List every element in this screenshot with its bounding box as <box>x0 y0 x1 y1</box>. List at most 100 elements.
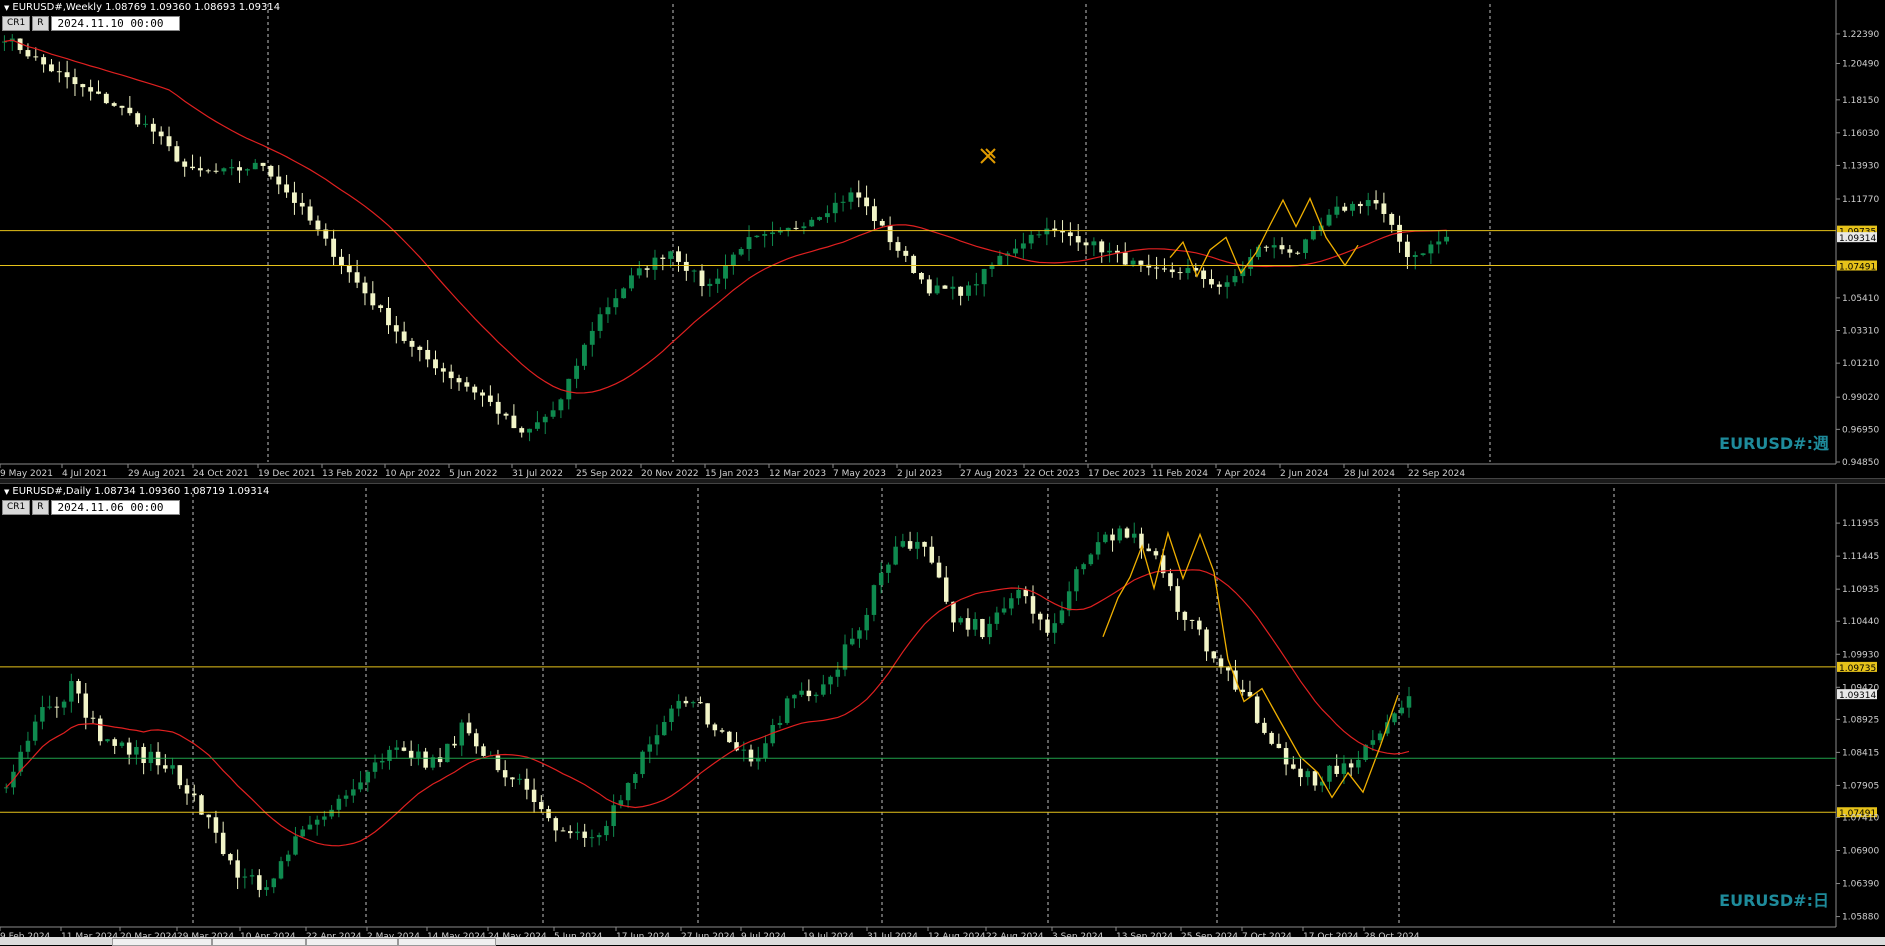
daily-candle <box>170 765 175 769</box>
weekly-candle <box>1357 203 1363 207</box>
daily-candle <box>235 860 240 878</box>
daily-candle <box>98 718 103 742</box>
daily-candle <box>589 837 595 839</box>
weekly-candle <box>72 77 78 85</box>
daily-candle <box>1305 771 1311 778</box>
weekly-candle <box>801 226 807 229</box>
weekly-candle <box>1444 236 1450 242</box>
weekly-toolbar: CR1 R 2024.11.10 00:00 <box>2 16 180 31</box>
daily-chart-canvas[interactable]: 1.11955 1.11445 1.10935 1.10440 1.09930 1.097… <box>0 484 1885 937</box>
weekly-chart-header: ▼ EURUSD#,Weekly 1.08769 1.09360 1.08693 … <box>4 2 280 13</box>
crosshair-cursor-icon <box>980 148 996 164</box>
weekly-date-label: 5 Jun 2022 <box>449 469 497 478</box>
weekly-candle <box>284 184 290 193</box>
weekly-price-label: 0.99020 <box>1842 393 1879 403</box>
daily-candle <box>835 669 841 677</box>
daily-candle <box>228 854 233 861</box>
weekly-candle <box>950 286 956 289</box>
daily-chart-panel[interactable]: 1.11955 1.11445 1.10935 1.10440 1.09930 1.097… <box>0 484 1885 937</box>
weekly-chart-canvas[interactable]: 1.22390 1.20490 1.18150 1.16030 1.13930 1.117… <box>0 0 1885 478</box>
weekly-chart-panel[interactable]: 1.22390 1.20490 1.18150 1.16030 1.13930 1.117… <box>0 0 1885 478</box>
weekly-candle <box>472 386 478 393</box>
daily-candle <box>372 762 378 772</box>
daily-candle <box>546 809 551 819</box>
weekly-candle <box>339 256 344 266</box>
weekly-candle <box>362 282 368 294</box>
collapse-arrow-icon[interactable]: ▼ <box>4 488 9 496</box>
weekly-candle <box>730 254 736 266</box>
daily-candle <box>1081 564 1086 570</box>
weekly-candle <box>1381 203 1387 214</box>
daily-candle <box>1168 573 1173 587</box>
daily-candle <box>148 751 154 764</box>
weekly-candle <box>1185 268 1191 274</box>
weekly-candle <box>135 113 141 125</box>
daily-candle <box>756 758 761 762</box>
daily-candle <box>1392 713 1397 723</box>
weekly-candle <box>1263 246 1269 248</box>
daily-cursor-date[interactable]: 2024.11.06 00:00 <box>50 500 180 515</box>
weekly-candle <box>292 192 297 203</box>
collapse-arrow-icon[interactable]: ▼ <box>4 4 9 12</box>
daily-current-price: 1.09314 <box>1839 691 1876 701</box>
daily-candle <box>54 706 60 708</box>
daily-candle <box>669 708 674 723</box>
daily-candle <box>423 751 428 768</box>
weekly-candle <box>903 250 909 256</box>
daily-price-label: 1.08925 <box>1842 715 1879 725</box>
daily-price-label: 1.11445 <box>1842 552 1879 562</box>
weekly-candle <box>668 251 674 259</box>
daily-candle <box>1153 551 1159 556</box>
weekly-candle <box>644 268 650 270</box>
weekly-candle <box>425 349 431 360</box>
daily-tag-r[interactable]: R <box>32 500 49 515</box>
weekly-candle <box>354 272 360 283</box>
weekly-candle <box>707 283 713 287</box>
weekly-tag-cr1[interactable]: CR1 <box>2 16 31 31</box>
daily-candle <box>842 644 848 670</box>
daily-candle <box>850 638 855 645</box>
weekly-candle <box>433 359 438 369</box>
weekly-candle <box>103 93 109 104</box>
daily-candle <box>1045 619 1050 633</box>
daily-candle <box>929 546 935 563</box>
weekly-tag-r[interactable]: R <box>32 16 49 31</box>
weekly-candle <box>221 168 227 172</box>
weekly-candle <box>691 270 697 272</box>
weekly-date-label: 27 Aug 2023 <box>960 469 1018 478</box>
weekly-candle <box>1224 282 1230 287</box>
daily-candle <box>300 829 305 837</box>
daily-candle <box>1030 596 1036 614</box>
daily-candle <box>1377 733 1383 741</box>
daily-candle <box>878 572 884 586</box>
daily-candle <box>192 793 197 796</box>
daily-candle <box>4 787 9 789</box>
daily-candle <box>1175 586 1180 612</box>
daily-candle <box>141 746 146 764</box>
daily-candle <box>314 819 320 825</box>
daily-candle <box>857 630 862 639</box>
weekly-candle <box>511 415 517 429</box>
weekly-candle <box>1342 206 1348 211</box>
weekly-date-label: 19 Dec 2021 <box>258 469 316 478</box>
daily-candle <box>1001 608 1007 613</box>
daily-candle <box>365 771 371 783</box>
daily-tag-cr1[interactable]: CR1 <box>2 500 31 515</box>
daily-price-label: 1.11955 <box>1842 519 1879 529</box>
daily-candle <box>430 757 436 768</box>
weekly-candle <box>527 428 532 433</box>
weekly-date-label: 13 Feb 2022 <box>322 469 378 478</box>
weekly-candle <box>448 371 454 379</box>
weekly-candle <box>49 64 54 72</box>
daily-toolbar: CR1 R 2024.11.06 00:00 <box>2 500 180 515</box>
weekly-candle <box>386 307 391 326</box>
weekly-candle <box>1232 276 1238 283</box>
weekly-candle <box>1107 250 1112 253</box>
weekly-candle <box>629 275 634 289</box>
weekly-date-label: 22 Sep 2024 <box>1408 469 1465 478</box>
weekly-price-tag: 1.07491 <box>1839 263 1876 273</box>
daily-candle <box>958 618 963 623</box>
weekly-cursor-date[interactable]: 2024.11.10 00:00 <box>50 16 180 31</box>
weekly-candle <box>1420 253 1426 256</box>
weekly-candle <box>299 202 305 207</box>
